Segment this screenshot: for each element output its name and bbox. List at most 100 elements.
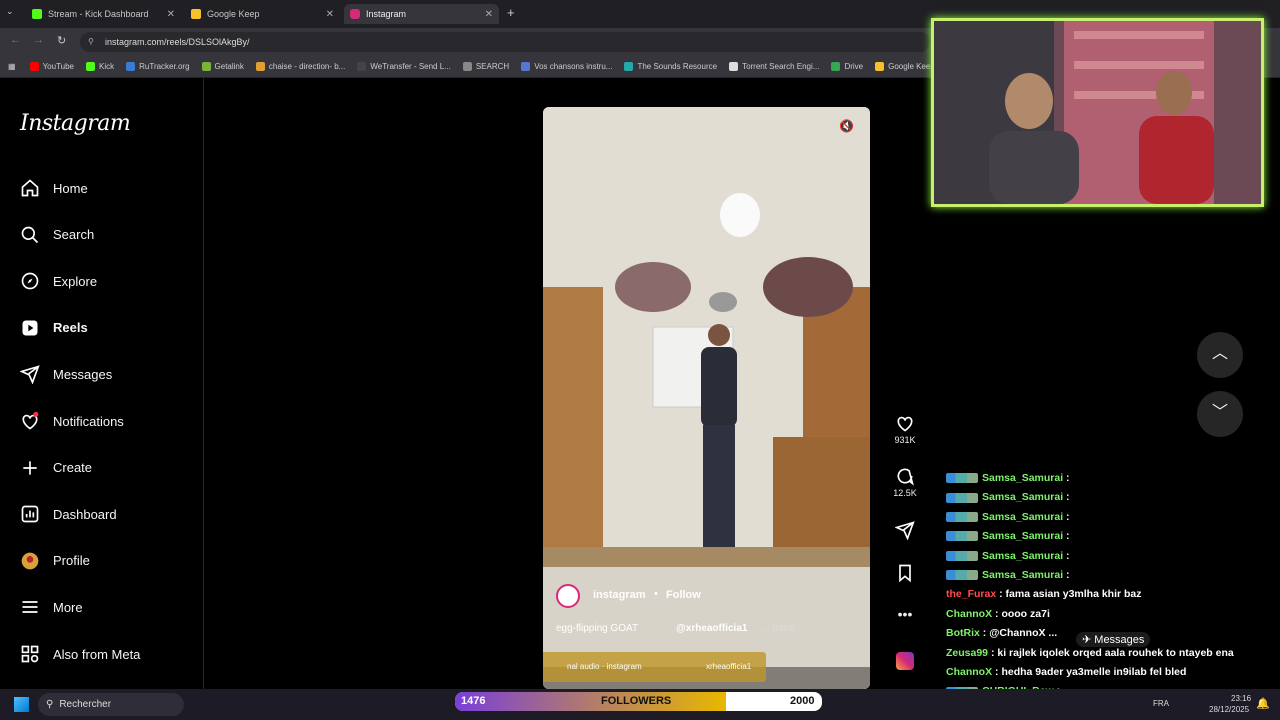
save-button[interactable]	[890, 563, 920, 585]
like-button[interactable]: 931K	[890, 413, 920, 445]
bookmark-item[interactable]: WeTransfer - Send L...	[357, 62, 451, 71]
search-icon	[21, 226, 39, 243]
nav-item-home[interactable]: Home	[20, 174, 88, 202]
forward-icon[interactable]: →	[33, 34, 44, 46]
nav-item-dashboard[interactable]: Dashboard	[20, 500, 117, 528]
home-icon	[21, 179, 39, 197]
messages-floating-label: Messages	[1094, 634, 1145, 646]
nav-item-search[interactable]: Search	[20, 221, 94, 249]
chat-message: ChannoX : hedha 9ader ya3melle in9ilab f…	[946, 666, 1187, 678]
tab-google-keep[interactable]: Google Keep ✕	[185, 4, 340, 24]
close-tab-icon[interactable]: ✕	[326, 9, 334, 20]
bookmark-label: YouTube	[42, 62, 74, 71]
bookmark-item[interactable]: Torrent Search Engi...	[729, 62, 819, 71]
tab-search-chevron-icon[interactable]: ⌄	[6, 6, 14, 17]
reel-username[interactable]: instagram	[593, 589, 646, 601]
reel-avatar[interactable]	[556, 584, 580, 608]
taskbar-search-input[interactable]: ⚲ Rechercher	[38, 693, 184, 716]
windows-start-icon[interactable]	[14, 697, 29, 712]
instagram-logo[interactable]: Instagram	[20, 111, 131, 136]
tab-instagram[interactable]: Instagram ✕	[344, 4, 499, 24]
bookmark-item[interactable]: Getalink	[201, 62, 244, 71]
apps-grid-icon[interactable]: ▦	[8, 62, 16, 71]
previous-reel-button[interactable]: ︿	[1197, 332, 1243, 378]
chat-text: oooo za7i	[1001, 607, 1050, 620]
chat-username[interactable]: ChannoX	[946, 666, 992, 678]
url-input[interactable]: ⚲ instagram.com/reels/DSLSOlAkgBy/	[80, 32, 930, 52]
more-caption-link[interactable]: ... more	[761, 623, 795, 634]
reel-video[interactable]: 🔇 instagram • Follow egg-flipping GOAT @…	[543, 107, 870, 689]
reel-caption: egg-flipping GOAT	[556, 623, 639, 634]
bookmark-item[interactable]: SEARCH	[462, 62, 509, 71]
chat-username[interactable]: Samsa_Samurai	[982, 472, 1063, 484]
reel-mention-link[interactable]: @xrheaofficia1	[676, 623, 747, 634]
new-tab-icon[interactable]: +	[507, 5, 515, 20]
chat-username[interactable]: the_Furax	[946, 588, 996, 600]
share-icon	[894, 521, 915, 541]
nav-item-messages[interactable]: Messages	[20, 360, 112, 388]
notification-bell-icon[interactable]: 🔔	[1256, 697, 1270, 710]
chat-text: fama asian y3mlha khir baz	[1005, 588, 1142, 601]
nav-item-notifications[interactable]: Notifications	[20, 407, 124, 435]
share-button[interactable]	[890, 520, 920, 542]
nav-item-reels[interactable]: Reels	[20, 314, 88, 342]
tab-title: Google Keep	[207, 9, 260, 19]
next-reel-button[interactable]: ﹀	[1197, 391, 1243, 437]
audio-title: nal audio · instagram	[567, 662, 642, 671]
clock-time[interactable]: 23:16	[1231, 694, 1251, 703]
follow-button[interactable]: Follow	[666, 589, 701, 601]
audio-page-button[interactable]	[890, 652, 920, 670]
bookmark-item[interactable]: RuTracker.org	[126, 62, 190, 71]
language-indicator[interactable]: FRA	[1153, 699, 1169, 708]
chat-badge-icon	[946, 550, 978, 561]
chat-message: Samsa_Samurai :	[946, 550, 1070, 562]
bookmark-favicon-icon	[255, 62, 265, 71]
bookmark-label: Google Keep	[888, 62, 935, 71]
bookmark-favicon-icon	[624, 62, 634, 71]
bookmark-label: Kick	[99, 62, 115, 71]
chat-username[interactable]: Samsa_Samurai	[982, 491, 1063, 503]
nav-item-also-from-meta[interactable]: Also from Meta	[20, 640, 140, 668]
tab-kick-dashboard[interactable]: Stream - Kick Dashboard ✕	[26, 4, 181, 24]
comment-button[interactable]: 12.5K	[890, 466, 920, 498]
bookmark-item[interactable]: Kick	[86, 62, 114, 71]
audio-attribution-bar[interactable]: nal audio · instagram xrheaofficia1	[543, 652, 766, 682]
reload-icon[interactable]: ↻	[57, 34, 66, 47]
more-options-icon[interactable]: •••	[890, 606, 920, 622]
taskbar-search-placeholder: Rechercher	[59, 699, 112, 710]
bookmark-icon	[899, 564, 911, 583]
bookmark-item[interactable]: The Sounds Resource	[624, 62, 717, 71]
avatar-icon	[21, 552, 39, 570]
send-icon: ✈	[1082, 634, 1095, 646]
nav-item-explore[interactable]: Explore	[20, 267, 97, 295]
chat-username[interactable]: Samsa_Samurai	[982, 550, 1063, 562]
chat-username[interactable]: Zeusa99	[946, 647, 988, 659]
nav-item-create[interactable]: Create	[20, 454, 92, 482]
bookmark-label: RuTracker.org	[139, 62, 190, 71]
chat-username[interactable]: Samsa_Samurai	[982, 530, 1063, 542]
messages-floating-button[interactable]: ✈ Messages	[1076, 632, 1151, 647]
url-text: instagram.com/reels/DSLSOlAkgBy/	[105, 37, 250, 47]
clock-date[interactable]: 28/12/2025	[1209, 705, 1249, 714]
chat-username[interactable]: BotRix	[946, 627, 980, 639]
back-icon[interactable]: ←	[10, 34, 21, 46]
bookmark-item[interactable]: chaise - direction- b...	[255, 62, 346, 71]
nav-item-profile[interactable]: Profile	[20, 547, 90, 575]
close-tab-icon[interactable]: ✕	[167, 9, 175, 20]
nav-item-more[interactable]: More	[20, 593, 83, 621]
chat-username[interactable]: Samsa_Samurai	[982, 511, 1063, 523]
site-info-icon[interactable]: ⚲	[88, 37, 94, 46]
bookmark-item[interactable]: Vos chansons instru...	[521, 62, 612, 71]
bookmark-item[interactable]: Drive	[831, 62, 863, 71]
menu-icon	[22, 601, 38, 614]
close-tab-icon[interactable]: ✕	[485, 9, 493, 20]
messages-icon	[20, 365, 40, 385]
chat-username[interactable]: ChannoX	[946, 608, 992, 620]
mute-icon[interactable]: 🔇	[839, 119, 854, 133]
chat-username[interactable]: Samsa_Samurai	[982, 569, 1063, 581]
bookmark-item[interactable]: YouTube	[29, 62, 74, 71]
bookmark-item[interactable]: Google Keep	[875, 62, 935, 71]
bookmark-label: chaise - direction- b...	[268, 62, 346, 71]
kick-favicon-icon	[32, 9, 42, 19]
bookmark-favicon-icon	[86, 62, 95, 71]
